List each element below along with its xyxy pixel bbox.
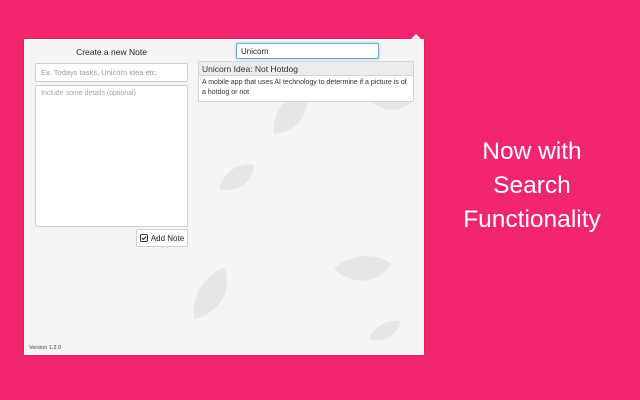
promo-headline: Now with Search Functionality xyxy=(448,135,616,237)
checkbox-icon xyxy=(139,234,148,242)
create-note-panel: Create a new Note Add Note xyxy=(35,45,188,247)
note-title: Unicorn Idea: Not Hotdog xyxy=(199,62,413,76)
create-note-heading: Create a new Note xyxy=(76,47,147,57)
promo-line: Search xyxy=(493,172,571,199)
add-note-button[interactable]: Add Note xyxy=(136,229,188,247)
search-result-note[interactable]: Unicorn Idea: Not Hotdog A mobile app th… xyxy=(198,61,414,102)
promo-line: Now with xyxy=(482,138,582,165)
version-label: Version 1.2.0 xyxy=(29,345,62,351)
promo-line: Functionality xyxy=(463,206,601,233)
note-body: A mobile app that uses AI technology to … xyxy=(202,79,407,96)
note-title-input[interactable] xyxy=(35,63,188,82)
leaf-icon xyxy=(369,320,401,341)
leaf-icon xyxy=(334,256,392,281)
leaf-icon xyxy=(219,164,255,191)
note-details-input[interactable] xyxy=(35,85,188,227)
add-note-label: Add Note xyxy=(150,233,185,243)
search-input[interactable] xyxy=(236,43,379,59)
leaf-icon xyxy=(193,267,228,319)
extension-popup: Create a new Note Add Note Unicorn Idea:… xyxy=(24,39,424,355)
